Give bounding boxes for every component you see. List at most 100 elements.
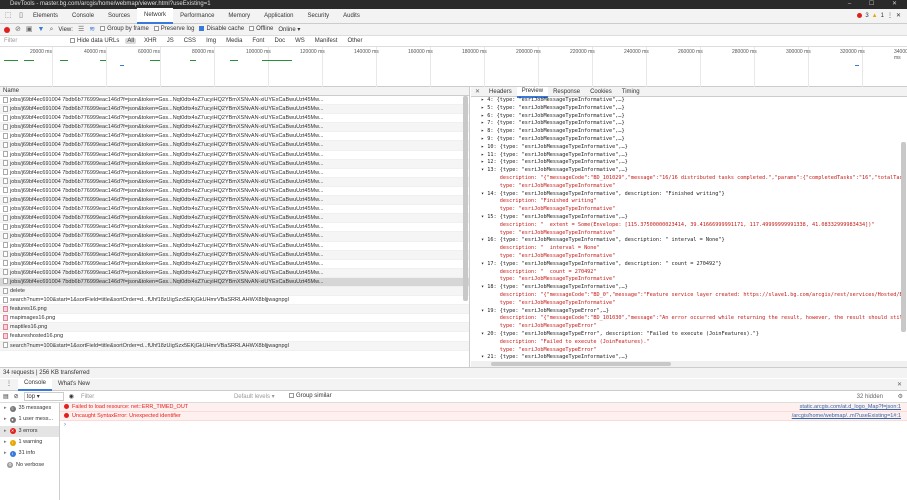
console-sidebar-item-error[interactable]: ▸ ✕ 3 errors: [0, 425, 59, 437]
json-array-item[interactable]: ▸ 11: {type: "esriJobMessageTypeInformat…: [481, 152, 907, 160]
tab-elements[interactable]: Elements: [26, 9, 65, 23]
request-row[interactable]: jobs/j69bf4ec691004 7bdb6b776999eac146d?…: [0, 159, 469, 169]
request-row[interactable]: jobs/j69bf4ec691004 7bdb6b776999eac146d?…: [0, 214, 469, 224]
json-array-item[interactable]: ▾ 14: {type: "esriJobMessageTypeInformat…: [481, 191, 907, 199]
request-row[interactable]: jobs/j69bf4ec691004 7bdb6b776999eac146d?…: [0, 132, 469, 142]
gear-icon[interactable]: ⚙: [898, 393, 903, 400]
preserve-log-checkbox[interactable]: Preserve log: [153, 26, 194, 33]
filter-type-other[interactable]: Other: [345, 38, 364, 44]
timeline-overview[interactable]: 20000 ms 40000 ms 60000 ms 80000 ms 100000 m…: [0, 47, 907, 87]
tab-timing[interactable]: Timing: [617, 87, 645, 97]
tab-console[interactable]: Console: [65, 9, 101, 23]
sidebar-toggle-icon[interactable]: ▤: [3, 393, 9, 400]
json-array-item[interactable]: ▾ 19: {type: "esriJobMessageTypeError",……: [481, 308, 907, 316]
close-devtools-icon[interactable]: ✕: [896, 12, 901, 19]
filter-type-doc[interactable]: Doc: [272, 38, 287, 44]
console-sidebar-item-user[interactable]: ▸ ● 1 user mess...: [0, 414, 59, 425]
request-row[interactable]: delete: [0, 286, 469, 297]
preview-scrollbar[interactable]: [901, 142, 906, 332]
window-controls[interactable]: – ☐ ✕: [848, 0, 905, 9]
filter-type-js[interactable]: JS: [165, 38, 176, 44]
json-array-item[interactable]: ▾ 17: {type: "esriJobMessageTypeInformat…: [481, 261, 907, 269]
request-row[interactable]: jobs/j69bf4ec691004 7bdb6b776999eac146d?…: [0, 232, 469, 242]
request-row[interactable]: jobs/j69bf4ec691004 7bdb6b776999eac146d?…: [0, 123, 469, 133]
json-array-item[interactable]: ▸ 10: {type: "esriJobMessageTypeInformat…: [481, 144, 907, 152]
drawer-tab-whats-new[interactable]: What's New: [52, 379, 96, 390]
request-row[interactable]: search?num=100&start=1&sortField=title&s…: [0, 296, 469, 306]
console-sidebar-item-list[interactable]: ▸ ≡ 35 messages: [0, 403, 59, 414]
console-sidebar-item-verbose[interactable]: ⚙ No verbose: [0, 459, 59, 470]
request-row[interactable]: jobs/j69bf4ec691004 7bdb6b776999eac146d?…: [0, 250, 469, 260]
request-row[interactable]: jobs/j69bf4ec691004 7bdb6b776999eac146d?…: [0, 141, 469, 151]
filter-type-all[interactable]: All: [125, 38, 137, 44]
inspect-icon[interactable]: ⬚: [3, 11, 13, 21]
filter-input[interactable]: Filter: [4, 38, 64, 44]
name-column-header[interactable]: Name: [0, 87, 469, 96]
tab-cookies[interactable]: Cookies: [585, 87, 617, 97]
console-sidebar-item-warning[interactable]: ▸! 1 warning: [0, 437, 59, 448]
record-icon[interactable]: [4, 26, 10, 33]
group-by-frame-checkbox[interactable]: Group by frame: [100, 26, 149, 33]
tab-network[interactable]: Network: [137, 8, 174, 24]
request-row[interactable]: jobs/j69bf4ec691004 7bdb6b776999eac146d?…: [0, 205, 469, 215]
drawer-menu-icon[interactable]: ⋮: [0, 379, 18, 390]
request-row[interactable]: maptiles16.png: [0, 323, 469, 333]
large-rows-icon[interactable]: ☰: [78, 25, 84, 35]
levels-select[interactable]: Default levels ▾: [234, 393, 284, 400]
status-counts[interactable]: 3 ▲ 1 ⋮ ✕: [857, 12, 901, 19]
json-array-item[interactable]: ▸ 12: {type: "esriJobMessageTypeInformat…: [481, 159, 907, 167]
tab-response[interactable]: Response: [548, 87, 585, 97]
filter-type-media[interactable]: Media: [224, 38, 244, 44]
request-row[interactable]: jobs/j69bf4ec691004 7bdb6b776999eac146d?…: [0, 277, 469, 287]
clear-console-icon[interactable]: ⊘: [14, 393, 19, 400]
request-row[interactable]: jobs/j69bf4ec691004 7bdb6b776999eac146d?…: [0, 260, 469, 269]
source-link[interactable]: /arcgis/home/webmap/..ml?useExisting=1#:…: [792, 412, 901, 421]
close-detail-icon[interactable]: ✕: [471, 88, 484, 95]
json-array-item[interactable]: ▾ 20: {type: "esriJobMessageTypeError", …: [481, 331, 907, 339]
request-row[interactable]: features16.png: [0, 305, 469, 315]
filter-type-css[interactable]: CSS: [182, 38, 198, 44]
request-row[interactable]: jobs/j69bf4ec691004 7bdb6b776999eac146d?…: [0, 242, 469, 251]
drawer-tab-console[interactable]: Console: [18, 378, 53, 391]
filter-type-font[interactable]: Font: [250, 38, 266, 44]
request-row[interactable]: jobs/j69bf4ec691004 7bdb6b776999eac146d?…: [0, 268, 469, 278]
request-row[interactable]: jobs/j69bf4ec691004 7bdb6b776999eac146d?…: [0, 177, 469, 187]
request-row[interactable]: search?num=100&start=1&sortField=title&s…: [0, 341, 469, 351]
disable-cache-checkbox[interactable]: Disable cache: [199, 26, 244, 33]
request-row[interactable]: jobs/j69bf4ec691004 7bdb6b776999eac146d?…: [0, 196, 469, 206]
request-row[interactable]: jobs/j69bf4ec691004 7bdb6b776999eac146d?…: [0, 96, 469, 106]
tab-sources[interactable]: Sources: [101, 9, 137, 23]
context-select[interactable]: top ▾: [23, 392, 64, 401]
json-array-item[interactable]: ▸ 5: {type: "esriJobMessageTypeInformati…: [481, 105, 907, 113]
json-array-item[interactable]: ▸ 9: {type: "esriJobMessageTypeInformati…: [481, 136, 907, 144]
json-array-item[interactable]: ▸ 4: {type: "esriJobMessageTypeInformati…: [481, 97, 907, 105]
request-row[interactable]: featureshosted16.png: [0, 332, 469, 342]
request-row[interactable]: jobs/j69bf4ec691004 7bdb6b776999eac146d?…: [0, 114, 469, 124]
filter-icon[interactable]: ▼: [38, 25, 45, 35]
capture-screenshots-icon[interactable]: ▣: [26, 25, 33, 35]
request-row[interactable]: jobs/j69bf4ec691004 7bdb6b776999eac146d?…: [0, 223, 469, 233]
group-similar-checkbox[interactable]: Group similar: [288, 393, 332, 400]
filter-type-xhr[interactable]: XHR: [142, 38, 159, 44]
tab-performance[interactable]: Performance: [173, 9, 221, 23]
json-array-item[interactable]: ▸ 6: {type: "esriJobMessageTypeInformati…: [481, 113, 907, 121]
eye-icon[interactable]: ◉: [69, 393, 74, 400]
request-row[interactable]: jobs/j69bf4ec691004 7bdb6b776999eac146d?…: [0, 169, 469, 178]
filter-type-ws[interactable]: WS: [293, 38, 307, 44]
filter-type-manifest[interactable]: Manifest: [313, 38, 340, 44]
hide-data-urls-checkbox[interactable]: Hide data URLs: [70, 37, 119, 44]
offline-checkbox[interactable]: Offline: [249, 26, 273, 33]
request-row[interactable]: jobs/j69bf4ec691004 7bdb6b776999eac146d?…: [0, 105, 469, 115]
request-row[interactable]: jobs/j69bf4ec691004 7bdb6b776999eac146d?…: [0, 151, 469, 160]
json-array-item[interactable]: ▾ 16: {type: "esriJobMessageTypeInformat…: [481, 237, 907, 245]
search-icon[interactable]: ⌕: [49, 25, 53, 35]
json-array-item[interactable]: ▸ 8: {type: "esriJobMessageTypeInformati…: [481, 128, 907, 136]
device-toolbar-icon[interactable]: ▯: [16, 11, 26, 21]
waterfall-icon[interactable]: ≋: [89, 25, 95, 35]
json-array-item[interactable]: ▾ 18: {type: "esriJobMessageTypeInformat…: [481, 284, 907, 292]
json-array-item[interactable]: ▾ 13: {type: "esriJobMessageTypeInformat…: [481, 167, 907, 175]
source-link[interactable]: static.arcgis.com/at.d_logo_Map?f=json:1: [800, 403, 901, 412]
tab-audits[interactable]: Audits: [336, 9, 367, 23]
json-array-item[interactable]: ▸ 7: {type: "esriJobMessageTypeInformati…: [481, 120, 907, 128]
console-filter-input[interactable]: Filter: [79, 394, 229, 400]
